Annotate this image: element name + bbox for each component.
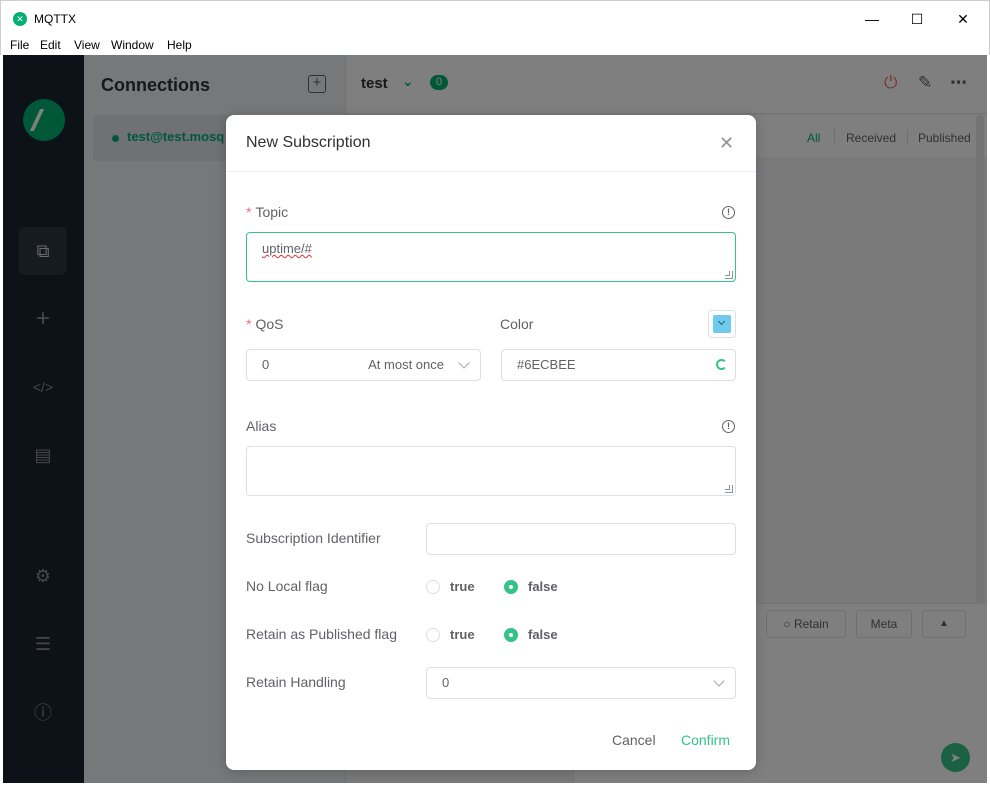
menu-edit[interactable]: Edit [40, 38, 61, 52]
retain-as-published-true-label[interactable]: true [450, 627, 475, 642]
resize-handle-icon[interactable] [725, 271, 733, 279]
qos-value: 0 [262, 357, 270, 372]
menu-file[interactable]: File [10, 38, 29, 52]
color-swatch-icon [713, 315, 731, 333]
topic-input[interactable]: uptime/# [246, 232, 736, 282]
menu-window[interactable]: Window [111, 38, 154, 52]
retain-handling-select[interactable]: 0 [426, 667, 736, 699]
resize-handle-icon[interactable] [725, 485, 733, 493]
window-title: MQTTX [34, 12, 76, 26]
retain-as-published-true-radio[interactable] [426, 628, 440, 642]
qos-label: * QoS [246, 316, 284, 332]
color-label: Color [500, 316, 534, 332]
color-value: #6ECBEE [517, 357, 576, 372]
topic-info-icon[interactable]: ! [722, 206, 735, 219]
no-local-true-label[interactable]: true [450, 579, 475, 594]
alias-input[interactable] [246, 446, 736, 496]
no-local-true-radio[interactable] [426, 580, 440, 594]
minimize-button[interactable]: — [849, 5, 895, 33]
refresh-icon[interactable] [716, 359, 727, 370]
color-input[interactable]: #6ECBEE [501, 349, 736, 381]
qos-select[interactable]: 0 At most once [246, 349, 481, 381]
window-titlebar: ✕ MQTTX — ☐ ✕ [0, 0, 990, 36]
no-local-false-radio[interactable] [504, 580, 518, 594]
retain-handling-value: 0 [442, 675, 450, 690]
maximize-button[interactable]: ☐ [894, 5, 940, 33]
cancel-button[interactable]: Cancel [612, 732, 656, 748]
confirm-button[interactable]: Confirm [681, 732, 730, 748]
qos-description: At most once [368, 357, 444, 372]
chevron-down-icon [713, 675, 725, 687]
dialog-divider [226, 171, 756, 172]
alias-info-icon[interactable]: ! [722, 420, 735, 433]
app-logo-icon: ✕ [13, 12, 27, 26]
new-subscription-dialog: New Subscription ✕ * Topic ! uptime/# * Qo… [226, 115, 756, 770]
menu-bar: File Edit View Window Help [0, 36, 990, 55]
color-picker[interactable] [708, 310, 736, 338]
no-local-false-label[interactable]: false [528, 579, 558, 594]
retain-as-published-label: Retain as Published flag [246, 626, 397, 642]
no-local-label: No Local flag [246, 578, 328, 594]
dialog-title: New Subscription [246, 134, 371, 151]
topic-value: uptime/# [262, 241, 312, 256]
chevron-down-icon [458, 357, 470, 369]
alias-label: Alias [246, 418, 277, 434]
topic-label: * Topic [246, 204, 289, 220]
retain-as-published-false-label[interactable]: false [528, 627, 558, 642]
close-window-button[interactable]: ✕ [940, 5, 986, 33]
retain-as-published-false-radio[interactable] [504, 628, 518, 642]
menu-help[interactable]: Help [167, 38, 192, 52]
menu-view[interactable]: View [74, 38, 100, 52]
close-icon[interactable]: ✕ [719, 133, 734, 154]
subscription-identifier-input[interactable] [426, 523, 736, 555]
subscription-identifier-label: Subscription Identifier [246, 530, 381, 546]
retain-handling-label: Retain Handling [246, 674, 346, 690]
